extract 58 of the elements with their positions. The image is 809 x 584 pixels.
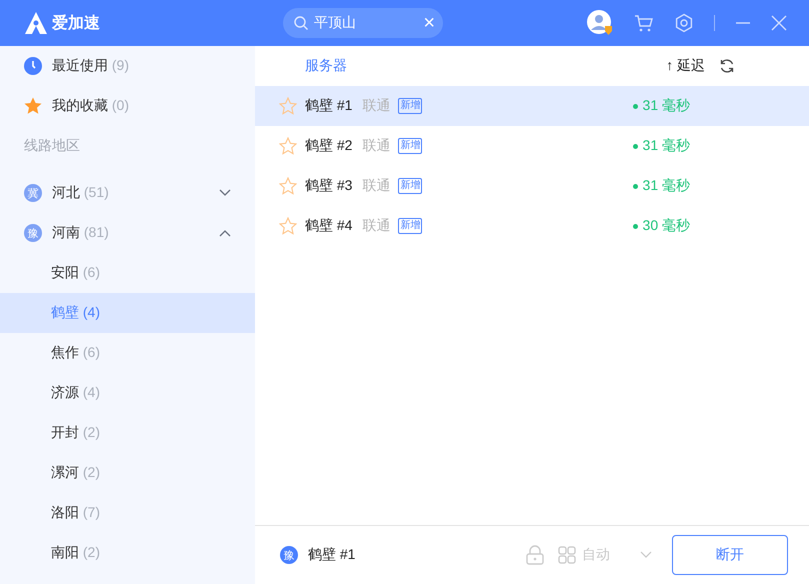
clock-icon: [24, 57, 42, 75]
latency-value: 31 毫秒: [632, 177, 690, 195]
city-item[interactable]: 焦作 (6): [0, 333, 255, 373]
province-badge: 豫: [280, 546, 298, 564]
city-item[interactable]: 南阳 (2): [0, 533, 255, 573]
city-item[interactable]: 洛阳 (7): [0, 493, 255, 533]
avatar-icon[interactable]: [586, 9, 614, 37]
city-item[interactable]: 开封 (2): [0, 413, 255, 453]
server-name: 鹤壁 #1: [305, 97, 352, 115]
search-icon: [293, 15, 309, 31]
city-item[interactable]: 安阳 (6): [0, 253, 255, 293]
app-name: 爱加速: [52, 13, 100, 34]
column-header[interactable]: 服务器: [305, 57, 347, 75]
new-tag: 新增: [398, 98, 422, 114]
city-item[interactable]: 济源 (4): [0, 373, 255, 413]
server-name: 鹤壁 #4: [305, 217, 352, 235]
column-header[interactable]: ↑ 延迟: [666, 57, 705, 75]
current-server: 鹤壁 #1: [308, 546, 356, 564]
sidebar-item[interactable]: 我的收藏 (0): [0, 86, 255, 126]
latency-value: 31 毫秒: [632, 97, 690, 115]
chevron-icon: [219, 189, 231, 197]
isp-label: 联通: [362, 217, 390, 235]
server-name: 鹤壁 #3: [305, 177, 352, 195]
section-heading: 线路地区: [23, 136, 81, 155]
grid-icon: [558, 546, 576, 564]
star-icon[interactable]: [279, 97, 297, 115]
cart-icon[interactable]: [634, 13, 654, 33]
sidebar-item[interactable]: 最近使用 (9): [0, 46, 255, 86]
star-icon: [24, 97, 42, 115]
server-row[interactable]: 鹤壁 #2 联通 新增 31 毫秒: [255, 126, 809, 166]
star-icon[interactable]: [279, 217, 297, 235]
isp-label: 联通: [362, 177, 390, 195]
province-badge: 豫: [24, 224, 42, 242]
city-item[interactable]: 漯河 (2): [0, 453, 255, 493]
logo-icon: [24, 11, 48, 35]
lock-icon[interactable]: [526, 545, 544, 565]
region-item[interactable]: 冀 河北 (51): [0, 173, 255, 213]
settings-icon[interactable]: [674, 13, 694, 33]
server-row[interactable]: 鹤壁 #4 联通 新增 30 毫秒: [255, 206, 809, 246]
latency-value: 31 毫秒: [632, 137, 690, 155]
disconnect-button[interactable]: 断开: [672, 535, 788, 575]
province-badge: 冀: [24, 184, 42, 202]
chevron-icon: [219, 229, 231, 237]
star-icon[interactable]: [279, 177, 297, 195]
close-icon[interactable]: [771, 15, 787, 31]
isp-label: 联通: [362, 97, 390, 115]
star-icon[interactable]: [279, 137, 297, 155]
region-item[interactable]: 豫 河南 (81): [0, 213, 255, 253]
caret-icon: [640, 551, 652, 559]
new-tag: 新增: [398, 218, 422, 234]
new-tag: 新增: [398, 178, 422, 194]
server-row[interactable]: 鹤壁 #1 联通 新增 31 毫秒: [255, 86, 809, 126]
latency-value: 30 毫秒: [632, 217, 690, 235]
isp-label: 联通: [362, 137, 390, 155]
refresh-icon[interactable]: [719, 58, 735, 74]
server-row[interactable]: 鹤壁 #3 联通 新增 31 毫秒: [255, 166, 809, 206]
new-tag: 新增: [398, 138, 422, 154]
server-name: 鹤壁 #2: [305, 137, 352, 155]
